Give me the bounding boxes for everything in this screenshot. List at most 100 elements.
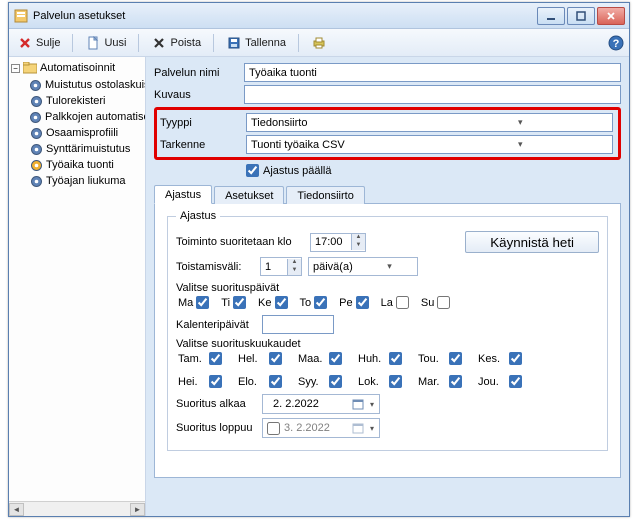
tree-root-label: Automatisoinnit <box>40 62 115 74</box>
separator <box>298 34 299 52</box>
day-item: To <box>300 296 328 309</box>
tree-root[interactable]: − Automatisoinnit <box>11 61 143 75</box>
tree-item[interactable]: Osaamisprofiili <box>29 125 143 141</box>
label-schedule-on: Ajastus päällä <box>263 165 332 177</box>
month-label: Maa. <box>298 353 326 365</box>
button-run-now[interactable]: Käynnistä heti <box>465 231 599 253</box>
month-item: Maa. <box>298 352 350 365</box>
save-icon <box>226 35 242 51</box>
scroll-left-icon[interactable]: ◄ <box>9 503 24 516</box>
tree-item[interactable]: Työaika tuonti <box>29 157 143 173</box>
spinner-icon[interactable]: ▲▼ <box>287 259 301 275</box>
delete-icon <box>151 35 167 51</box>
collapse-icon[interactable]: − <box>11 64 20 73</box>
new-label: Uusi <box>104 37 126 49</box>
sidebar-scrollbar[interactable]: ◄ ► <box>9 501 145 516</box>
input-caldays[interactable] <box>262 315 334 334</box>
month-label: Huh. <box>358 353 386 365</box>
new-button[interactable]: Uusi <box>81 33 130 53</box>
input-service-name[interactable] <box>244 63 621 82</box>
input-start-date[interactable]: 2. 2.2022 ▾ <box>262 394 380 414</box>
label-months: Valitse suorituskuukaudet <box>176 338 599 350</box>
label-end: Suoritus loppuu <box>176 422 256 434</box>
tabstrip: Ajastus Asetukset Tiedonsiirto <box>154 183 621 204</box>
row-start: Suoritus alkaa 2. 2.2022 ▾ <box>176 394 599 414</box>
month-checkbox[interactable] <box>509 352 522 365</box>
month-checkbox[interactable] <box>209 375 222 388</box>
month-checkbox[interactable] <box>329 375 342 388</box>
tree-item[interactable]: Muistutus ostolaskuista <box>29 77 143 93</box>
calendar-icon <box>351 397 365 411</box>
combo-type[interactable]: Tiedonsiirto ▾ <box>246 113 613 132</box>
gear-icon <box>29 142 43 156</box>
delete-button[interactable]: Poista <box>147 33 205 53</box>
month-checkbox[interactable] <box>209 352 222 365</box>
month-checkbox[interactable] <box>329 352 342 365</box>
day-checkbox[interactable] <box>275 296 288 309</box>
tab-schedule[interactable]: Ajastus <box>154 185 212 204</box>
month-label: Kes. <box>478 353 506 365</box>
print-button[interactable] <box>307 33 331 53</box>
day-label: La <box>381 297 393 309</box>
toolbar: Sulje Uusi Poista Tallenna ? <box>9 29 629 57</box>
tree-item[interactable]: Synttärimuistutus <box>29 141 143 157</box>
month-checkbox[interactable] <box>449 375 462 388</box>
minimize-button[interactable] <box>537 7 565 25</box>
month-item: Syy. <box>298 375 350 388</box>
input-interval[interactable]: 1 ▲▼ <box>260 257 302 276</box>
day-label: Ma <box>178 297 193 309</box>
tab-settings[interactable]: Asetukset <box>214 186 284 204</box>
checkbox-schedule-on[interactable] <box>246 164 259 177</box>
app-icon <box>13 8 29 24</box>
combo-spec[interactable]: Tuonti työaika CSV ▾ <box>246 135 613 154</box>
highlighted-group: Tyyppi Tiedonsiirto ▾ Tarkenne Tuonti ty… <box>154 107 621 160</box>
day-checkbox[interactable] <box>437 296 450 309</box>
checkbox-end-enabled[interactable] <box>267 422 280 435</box>
chevron-down-icon: ▾ <box>367 400 377 409</box>
month-label: Jou. <box>478 376 506 388</box>
day-checkbox[interactable] <box>356 296 369 309</box>
maximize-button[interactable] <box>567 7 595 25</box>
tab-transfer[interactable]: Tiedonsiirto <box>286 186 364 204</box>
chevron-down-icon: ▾ <box>431 117 611 128</box>
tree-item[interactable]: Tulorekisteri <box>29 93 143 109</box>
month-checkbox[interactable] <box>449 352 462 365</box>
tree-item[interactable]: Työajan liukuma <box>29 173 143 189</box>
combo-type-value: Tiedonsiirto <box>251 117 431 129</box>
gear-active-icon <box>29 158 43 172</box>
input-description[interactable] <box>244 85 621 104</box>
close-window-button[interactable] <box>597 7 625 25</box>
tab-panel-schedule: Ajastus Toiminto suoritetaan klo 17:00 ▲… <box>154 203 621 478</box>
month-label: Tou. <box>418 353 446 365</box>
combo-interval-unit[interactable]: päivä(a) ▾ <box>308 257 418 276</box>
input-end-date[interactable]: 3. 2.2022 ▾ <box>262 418 380 438</box>
scroll-right-icon[interactable]: ► <box>130 503 145 516</box>
value-start-date: 2. 2.2022 <box>267 398 349 410</box>
close-button[interactable]: Sulje <box>13 33 64 53</box>
save-button[interactable]: Tallenna <box>222 33 290 53</box>
scroll-track[interactable] <box>24 503 130 516</box>
month-checkbox[interactable] <box>509 375 522 388</box>
month-checkbox[interactable] <box>269 352 282 365</box>
value-interval: 1 <box>261 261 287 273</box>
label-description: Kuvaus <box>154 89 244 101</box>
month-checkbox[interactable] <box>389 375 402 388</box>
month-grid: Tam.Hel.Maa.Huh.Tou.Kes.Hei.Elo.Syy.Lok.… <box>178 352 558 388</box>
save-label: Tallenna <box>245 37 286 49</box>
day-checkbox[interactable] <box>314 296 327 309</box>
delete-label: Poista <box>170 37 201 49</box>
day-checkbox[interactable] <box>196 296 209 309</box>
day-checkbox[interactable] <box>233 296 246 309</box>
window: Palvelun asetukset Sulje Uusi Poista Tal… <box>8 2 630 517</box>
help-button[interactable]: ? <box>607 34 625 52</box>
row-interval: Toistamisväli: 1 ▲▼ päivä(a) ▾ <box>176 257 599 276</box>
tree-item[interactable]: Palkkojen automatisointi <box>29 109 143 125</box>
day-checkbox[interactable] <box>396 296 409 309</box>
month-checkbox[interactable] <box>269 375 282 388</box>
month-item: Hel. <box>238 352 290 365</box>
row-end: Suoritus loppuu 3. 2.2022 ▾ <box>176 418 599 438</box>
input-run-at[interactable]: 17:00 ▲▼ <box>310 233 366 252</box>
month-checkbox[interactable] <box>389 352 402 365</box>
separator <box>213 34 214 52</box>
spinner-icon[interactable]: ▲▼ <box>351 234 365 250</box>
